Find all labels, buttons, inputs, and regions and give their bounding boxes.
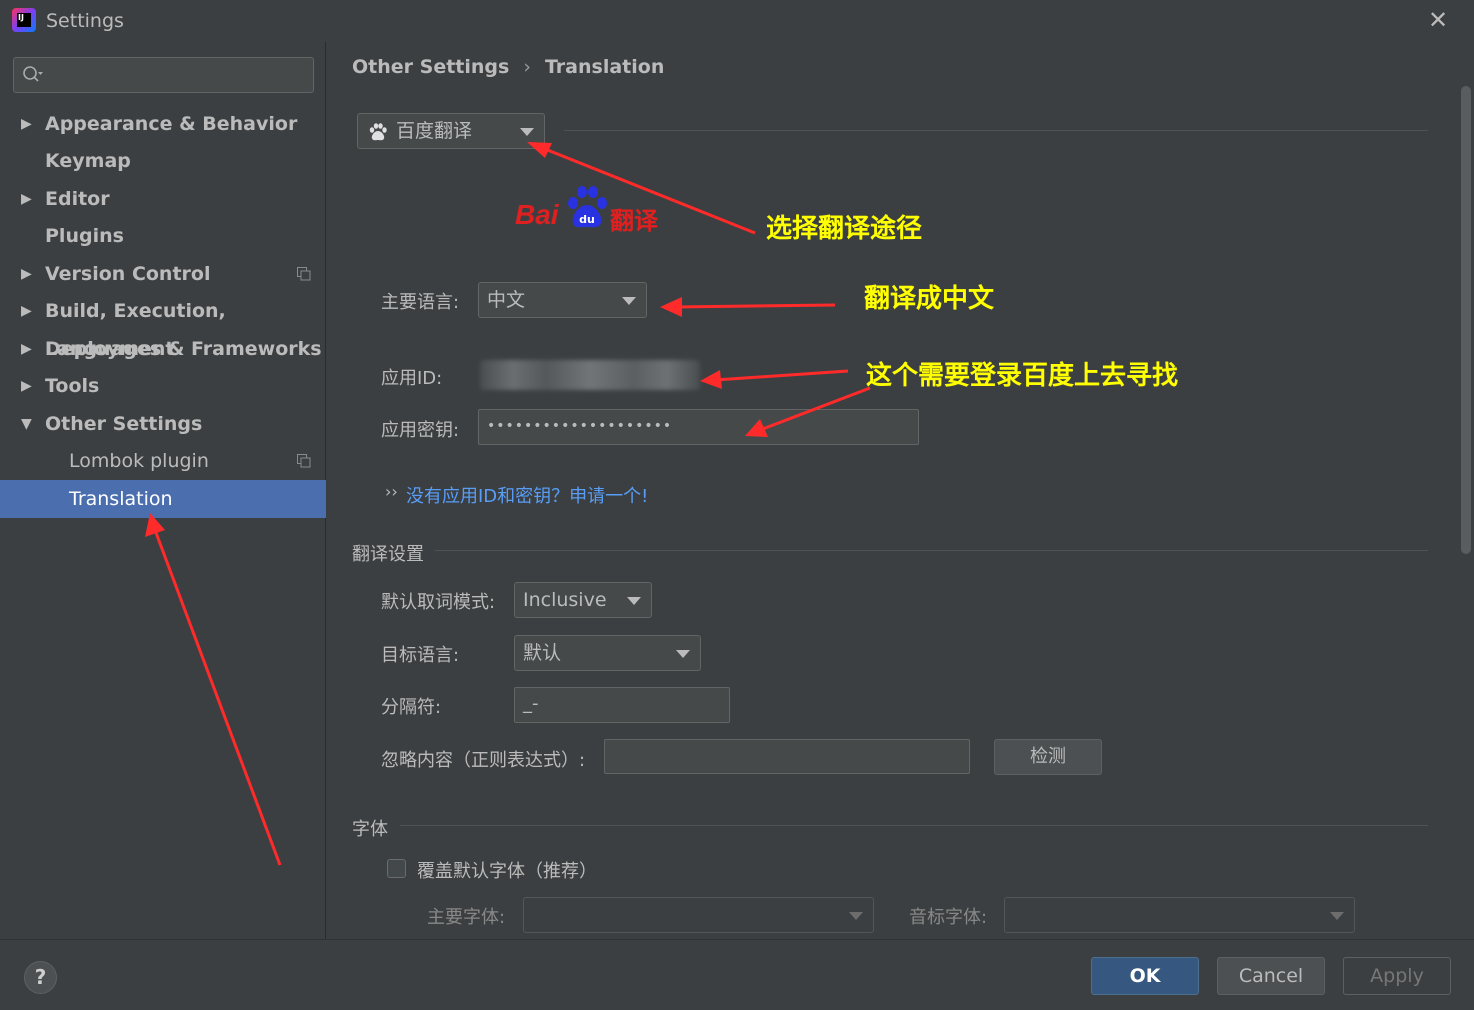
word-mode-label: 默认取词模式:	[381, 592, 496, 613]
sidebar-item-label: Languages & Frameworks	[45, 338, 322, 360]
app-key-label: 应用密钥:	[381, 420, 460, 441]
chevron-down-icon	[849, 912, 863, 920]
sidebar-item-keymap[interactable]: Keymap	[0, 142, 326, 180]
sidebar-item-label: Translation	[69, 488, 173, 510]
settings-search-input[interactable]	[13, 57, 314, 93]
override-font-checkbox[interactable]	[387, 859, 406, 878]
sidebar-item-label: Other Settings	[45, 413, 203, 435]
target-language-select[interactable]: 默认	[514, 635, 701, 671]
primary-font-select[interactable]	[523, 897, 874, 933]
settings-sidebar: ▶ Appearance & Behavior Keymap ▶ Editor …	[0, 42, 326, 939]
expand-arrow-icon[interactable]: ▶	[21, 367, 32, 405]
sidebar-item-appearance-behavior[interactable]: ▶ Appearance & Behavior	[0, 105, 326, 143]
breadcrumb-parent[interactable]: Other Settings	[352, 56, 509, 78]
chevron-down-icon	[1330, 912, 1344, 920]
dialog-button-bar: ? OK Cancel Apply	[0, 939, 1474, 1010]
word-mode-value: Inclusive	[523, 589, 607, 611]
sidebar-item-label: Version Control	[45, 263, 211, 285]
baidu-paw-logo-icon: du	[568, 186, 607, 228]
collapse-arrow-icon[interactable]: ▼	[21, 405, 32, 443]
search-icon	[23, 66, 43, 82]
app-id-field-redacted[interactable]	[480, 360, 700, 390]
expand-arrow-icon[interactable]: ▶	[21, 330, 32, 368]
phonetic-font-select[interactable]	[1004, 897, 1355, 933]
breadcrumb: Other Settings › Translation	[352, 56, 664, 78]
logo-text: Bai	[515, 199, 559, 230]
chevron-down-icon	[520, 128, 534, 136]
override-font-label: 覆盖默认字体（推荐）	[417, 861, 597, 882]
baidu-paw-icon	[369, 123, 387, 141]
sidebar-item-label: Plugins	[45, 225, 124, 247]
sidebar-item-version-control[interactable]: ▶ Version Control	[0, 255, 326, 293]
sidebar-item-label: Keymap	[45, 150, 131, 172]
target-language-label: 目标语言:	[381, 645, 460, 666]
sidebar-item-tools[interactable]: ▶ Tools	[0, 367, 326, 405]
settings-content-panel: Other Settings › Translation 百度翻译 Bai du 翻…	[327, 42, 1474, 939]
sidebar-item-plugins[interactable]: Plugins	[0, 217, 326, 255]
separator	[564, 130, 1428, 131]
ignore-regex-input[interactable]	[604, 739, 970, 774]
apply-for-app-id-link[interactable]: 没有应用ID和密钥？申请一个!	[406, 482, 648, 508]
sidebar-item-lombok-plugin[interactable]: Lombok plugin	[0, 442, 326, 480]
separator	[400, 825, 1428, 826]
translator-engine-select[interactable]: 百度翻译	[357, 113, 545, 149]
target-language-value: 默认	[523, 642, 562, 664]
primary-language-label: 主要语言:	[381, 292, 460, 313]
breadcrumb-current: Translation	[544, 56, 665, 78]
check-regex-button[interactable]: 检测	[994, 739, 1102, 775]
logo-suffix: 翻译	[610, 207, 658, 235]
expand-arrow-icon[interactable]: ▶	[21, 180, 32, 218]
chevron-down-icon	[627, 597, 641, 605]
separator-input[interactable]: _-	[514, 687, 730, 723]
project-settings-icon	[297, 454, 311, 468]
close-icon[interactable]: ✕	[1426, 8, 1450, 32]
sidebar-item-languages-frameworks[interactable]: ▶ Languages & Frameworks	[0, 330, 326, 368]
apply-button[interactable]: Apply	[1343, 957, 1451, 995]
project-settings-icon	[297, 267, 311, 281]
sidebar-item-label: Editor	[45, 188, 110, 210]
ok-button[interactable]: OK	[1091, 957, 1199, 995]
phonetic-font-label: 音标字体:	[909, 907, 988, 928]
expand-arrow-icon[interactable]: ▶	[21, 255, 32, 293]
font-section-title: 字体	[352, 819, 388, 840]
sidebar-item-build-execution-deployment[interactable]: ▶ Build, Execution, Deployment	[0, 292, 326, 360]
primary-language-value: 中文	[487, 289, 526, 311]
separator	[435, 550, 1428, 551]
expand-arrow-icon[interactable]: ▶	[21, 105, 32, 143]
sidebar-item-translation[interactable]: Translation	[0, 480, 326, 518]
vertical-scrollbar[interactable]	[1461, 86, 1471, 554]
baidu-translate-logo: Bai du 翻译	[515, 185, 665, 239]
link-chevron-icon: ››	[385, 482, 398, 501]
primary-language-select[interactable]: 中文	[478, 282, 647, 318]
word-mode-select[interactable]: Inclusive	[514, 582, 652, 618]
ignore-content-label: 忽略内容（正则表达式）:	[381, 750, 586, 771]
chevron-down-icon	[622, 297, 636, 305]
separator-label: 分隔符:	[381, 697, 442, 718]
expand-arrow-icon[interactable]: ▶	[21, 292, 32, 330]
intellij-app-icon: IJ	[12, 8, 36, 32]
breadcrumb-separator: ›	[523, 56, 531, 78]
annotation-select-engine: 选择翻译途径	[766, 214, 923, 244]
app-key-password-input[interactable]: ••••••••••••••••••••	[478, 409, 919, 445]
annotation-need-login: 这个需要登录百度上去寻找	[866, 361, 1179, 391]
svg-text:du: du	[579, 213, 595, 226]
chevron-down-icon	[676, 650, 690, 658]
annotation-translate-to-chinese: 翻译成中文	[864, 284, 995, 314]
sidebar-item-editor[interactable]: ▶ Editor	[0, 180, 326, 218]
translation-settings-title: 翻译设置	[352, 544, 424, 565]
help-button[interactable]: ?	[24, 961, 57, 994]
app-id-label: 应用ID:	[381, 368, 443, 389]
translator-engine-value: 百度翻译	[396, 120, 473, 142]
window-title: Settings	[46, 10, 124, 32]
sidebar-item-label: Appearance & Behavior	[45, 113, 298, 135]
sidebar-item-other-settings[interactable]: ▼ Other Settings	[0, 405, 326, 443]
cancel-button[interactable]: Cancel	[1217, 957, 1325, 995]
title-bar: IJ Settings ✕	[0, 0, 1474, 42]
primary-font-label: 主要字体:	[427, 907, 506, 928]
sidebar-item-label: Tools	[45, 375, 100, 397]
sidebar-item-label: Lombok plugin	[69, 450, 209, 472]
